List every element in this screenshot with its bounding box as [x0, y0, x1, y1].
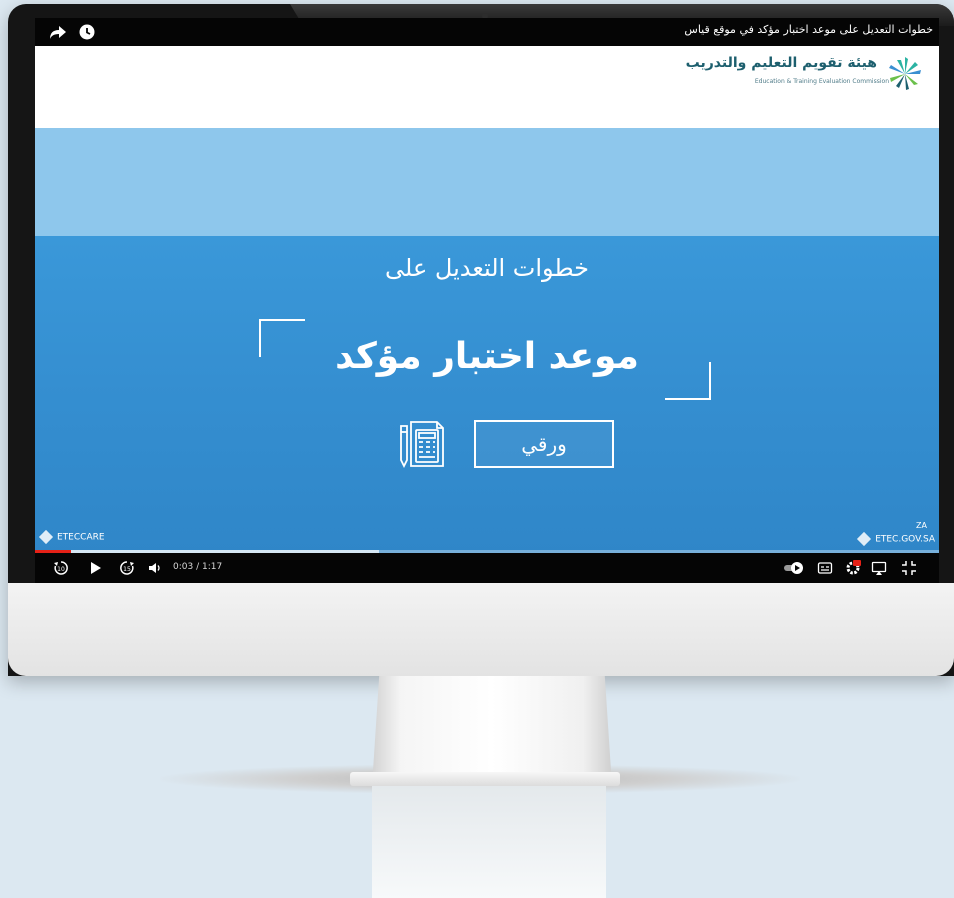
slide-subtitle: خطوات التعديل على: [385, 254, 589, 282]
monitor-stand-base: [350, 772, 620, 786]
logo-arabic-text: هيئة تقويم التعليم والتدريب: [685, 55, 877, 71]
forward-15-icon[interactable]: 15: [119, 560, 135, 576]
video-player[interactable]: خطوات التعديل على موعد اختبار مؤكد في مو…: [35, 18, 939, 583]
paper-option-button[interactable]: ورقي: [474, 420, 614, 468]
brand-left-text: ETECCARE: [57, 532, 105, 543]
share-icon[interactable]: [49, 24, 67, 40]
document-icon: [395, 416, 449, 470]
svg-text:10: 10: [57, 566, 65, 573]
clock-icon[interactable]: [79, 24, 95, 40]
logo-english-text: Education & Training Evaluation Commissi…: [754, 78, 889, 85]
time-display: 0:03 / 1:17: [173, 562, 223, 572]
stand-reflection: [372, 786, 606, 898]
monitor-stand-neck: [372, 676, 612, 786]
captions-icon[interactable]: [817, 560, 833, 576]
corner-tag: ZA: [916, 521, 927, 530]
autoplay-toggle-icon[interactable]: [783, 560, 805, 576]
diamond-icon: [857, 531, 872, 547]
rewind-10-icon[interactable]: 10: [53, 560, 69, 576]
headline-bracket-bottom-right: [665, 362, 711, 400]
video-title[interactable]: خطوات التعديل على موعد اختبار مؤكد في مو…: [684, 23, 933, 36]
slide-headline: موعد اختبار مؤكد: [335, 336, 639, 377]
volume-icon[interactable]: [147, 560, 163, 576]
monitor-chin: [8, 583, 954, 676]
brand-right: ETEC.GOV.SA: [857, 531, 935, 547]
etec-logo-icon: [885, 54, 925, 92]
settings-hd-icon[interactable]: [845, 560, 861, 576]
slide-light-band: [35, 128, 939, 236]
diamond-icon: [38, 529, 54, 545]
exit-fullscreen-icon[interactable]: [901, 560, 917, 576]
brand-right-text: ETEC.GOV.SA: [875, 534, 935, 545]
svg-text:15: 15: [123, 566, 131, 573]
brand-left: ETECCARE: [38, 529, 105, 545]
play-icon[interactable]: [87, 560, 103, 576]
cast-icon[interactable]: [871, 560, 887, 576]
slide-main-band: [35, 236, 939, 558]
